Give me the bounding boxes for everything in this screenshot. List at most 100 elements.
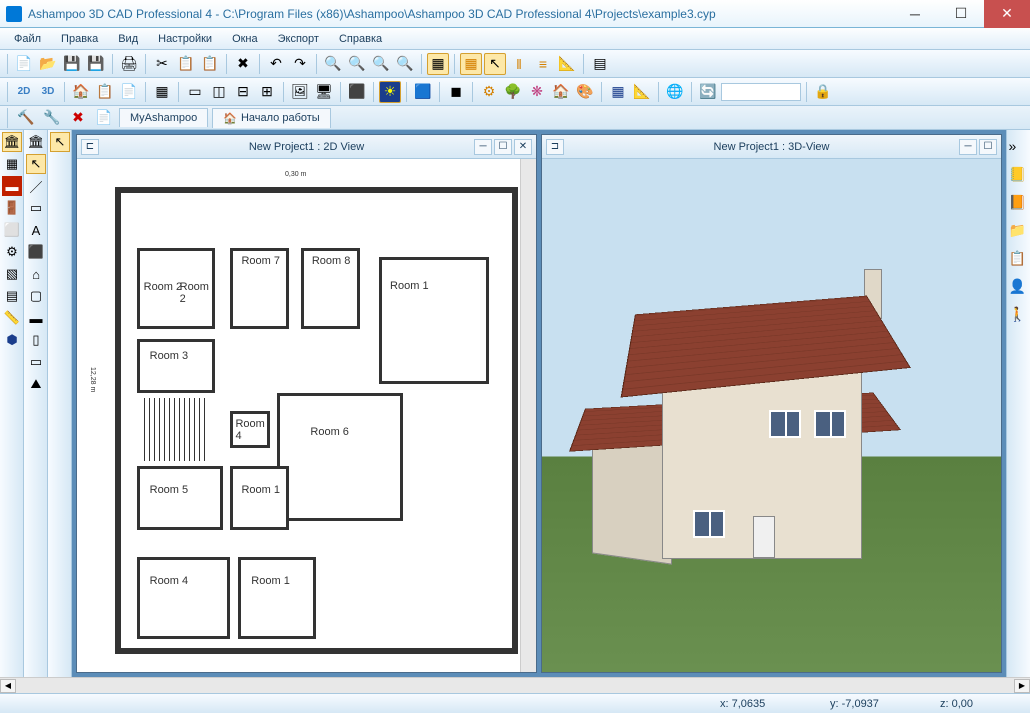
minimize-button[interactable]: ─ xyxy=(892,0,938,28)
image-icon[interactable]: 🖼 xyxy=(289,81,311,103)
window-icon[interactable]: ⬜ xyxy=(2,220,22,240)
delete-icon[interactable]: ✖ xyxy=(232,53,254,75)
copy-icon[interactable]: 📋 xyxy=(175,53,197,75)
slab-icon[interactable]: ▭ xyxy=(26,352,46,372)
grid-icon[interactable]: ▦ xyxy=(427,53,449,75)
layer-icon[interactable]: ▤ xyxy=(589,53,611,75)
person-icon[interactable]: 👤 xyxy=(1009,278,1029,298)
rect-icon[interactable]: ▭ xyxy=(26,198,46,218)
clipboard-icon[interactable]: 📋 xyxy=(1009,250,1029,270)
menu-settings[interactable]: Настройки xyxy=(150,31,220,47)
door-icon[interactable]: 🚪 xyxy=(2,198,22,218)
scrollbar-bottom[interactable]: ◀ ▶ xyxy=(0,677,1030,693)
shape-icon[interactable]: ⬢ xyxy=(2,330,22,350)
view-icon-2[interactable]: 📋 xyxy=(94,81,116,103)
saveas-icon[interactable]: 💾 xyxy=(85,53,107,75)
view-icon-1[interactable]: 🏠 xyxy=(70,81,92,103)
window-tile-icon[interactable]: ▭ xyxy=(184,81,206,103)
3d-icon[interactable]: ⬛ xyxy=(26,242,46,262)
building2-icon[interactable]: 🏛 xyxy=(26,132,46,152)
paste-icon[interactable]: 📋 xyxy=(199,53,221,75)
view-2d-canvas[interactable]: 0,30 m 0,30 m 0,30 m 0,30 m 0,30 m 12,28… xyxy=(77,159,536,672)
wall-icon[interactable]: ▬ xyxy=(2,176,22,196)
select-icon[interactable]: ↖ xyxy=(26,154,46,174)
zoom-fit-icon[interactable]: 🔍 xyxy=(370,53,392,75)
tool-icon-e[interactable]: 🎨 xyxy=(574,81,596,103)
mode-3d[interactable]: 3D xyxy=(37,81,59,103)
snap-angle-icon[interactable]: 📐 xyxy=(556,53,578,75)
window-v-icon[interactable]: ◫ xyxy=(208,81,230,103)
person2-icon[interactable]: 🚶 xyxy=(1009,306,1029,326)
cut-icon[interactable]: ✂ xyxy=(151,53,173,75)
view-max-icon[interactable]: ☐ xyxy=(494,139,512,155)
material-icon[interactable]: ◼ xyxy=(445,81,467,103)
maximize-button[interactable]: ☐ xyxy=(938,0,984,28)
grid-layout-icon[interactable]: ▦ xyxy=(151,81,173,103)
beam-icon[interactable]: ▬ xyxy=(26,308,46,328)
color-icon[interactable]: 🟦 xyxy=(412,81,434,103)
snap-v-icon[interactable]: ‖ xyxy=(508,53,530,75)
view-menu-icon[interactable]: ⊏ xyxy=(81,139,99,155)
doc-icon[interactable]: 📄 xyxy=(93,107,115,129)
menu-edit[interactable]: Правка xyxy=(53,31,106,47)
mode-2d[interactable]: 2D xyxy=(13,81,35,103)
refresh-icon[interactable]: 🔄 xyxy=(697,81,719,103)
tool-icon-g[interactable]: 📐 xyxy=(631,81,653,103)
tool-icon-d[interactable]: 🏠 xyxy=(550,81,572,103)
lock-icon[interactable]: 🔒 xyxy=(812,81,834,103)
snap-h-icon[interactable]: ≡ xyxy=(532,53,554,75)
ruler-icon[interactable]: 📏 xyxy=(2,308,22,328)
redo-icon[interactable]: ↷ xyxy=(289,53,311,75)
pointer-icon[interactable]: ↖ xyxy=(50,132,70,152)
wrench-icon[interactable]: 🔧 xyxy=(41,107,63,129)
view-min-icon[interactable]: ─ xyxy=(474,139,492,155)
view-max-icon[interactable]: ☐ xyxy=(979,139,997,155)
globe-icon[interactable]: 🌐 xyxy=(664,81,686,103)
cursor-icon[interactable]: ↖ xyxy=(484,53,506,75)
layer-select[interactable] xyxy=(721,83,801,101)
terrain-icon[interactable]: ⛰ xyxy=(26,374,46,394)
catalog2-icon[interactable]: 📙 xyxy=(1009,194,1029,214)
view-min-icon[interactable]: ─ xyxy=(959,139,977,155)
menu-view[interactable]: Вид xyxy=(110,31,146,47)
save-icon[interactable]: 💾 xyxy=(61,53,83,75)
screen-icon[interactable]: 🖥 xyxy=(313,81,335,103)
room-icon[interactable]: ▢ xyxy=(26,286,46,306)
zoom-in-icon[interactable]: 🔍 xyxy=(322,53,344,75)
tool-icon-b[interactable]: 🌳 xyxy=(502,81,524,103)
view-menu-icon[interactable]: ⊐ xyxy=(546,139,564,155)
hammer-icon[interactable]: 🔨 xyxy=(15,107,37,129)
gear-icon[interactable]: ⚙ xyxy=(2,242,22,262)
line-icon[interactable]: ／ xyxy=(26,176,46,196)
close-tab-icon[interactable]: ✖ xyxy=(67,107,89,129)
window-h-icon[interactable]: ⊟ xyxy=(232,81,254,103)
scroll-left-icon[interactable]: ◀ xyxy=(0,679,16,693)
close-button[interactable]: ✕ xyxy=(984,0,1030,28)
text-icon[interactable]: A xyxy=(26,220,46,240)
view-icon-3[interactable]: 📄 xyxy=(118,81,140,103)
window-quad-icon[interactable]: ⊞ xyxy=(256,81,278,103)
menu-windows[interactable]: Окна xyxy=(224,31,266,47)
zoom-window-icon[interactable]: 🔍 xyxy=(394,53,416,75)
tool-icon-a[interactable]: ⚙ xyxy=(478,81,500,103)
folder-icon[interactable]: 📁 xyxy=(1009,222,1029,242)
tool-icon-f[interactable]: ▦ xyxy=(607,81,629,103)
tab-getting-started[interactable]: 🏠 Начало работы xyxy=(212,108,330,128)
view-3d-canvas[interactable] xyxy=(542,159,1001,672)
menu-help[interactable]: Справка xyxy=(331,31,390,47)
column-icon[interactable]: ▯ xyxy=(26,330,46,350)
cube-icon[interactable]: ⬛ xyxy=(346,81,368,103)
texture-icon[interactable]: ▧ xyxy=(2,264,22,284)
grid-tool-icon[interactable]: ▦ xyxy=(2,154,22,174)
menu-export[interactable]: Экспорт xyxy=(270,31,327,47)
roof-icon[interactable]: ⌂ xyxy=(26,264,46,284)
new-icon[interactable]: 📄 xyxy=(13,53,35,75)
zoom-out-icon[interactable]: 🔍 xyxy=(346,53,368,75)
tab-myashampoo[interactable]: MyAshampoo xyxy=(119,108,208,127)
scroll-track[interactable] xyxy=(16,679,1014,693)
scroll-right-icon[interactable]: ▶ xyxy=(1014,679,1030,693)
menu-file[interactable]: Файл xyxy=(6,31,49,47)
snap-grid-icon[interactable]: ▦ xyxy=(460,53,482,75)
render-icon[interactable]: ☀ xyxy=(379,81,401,103)
building-icon[interactable]: 🏛 xyxy=(2,132,22,152)
